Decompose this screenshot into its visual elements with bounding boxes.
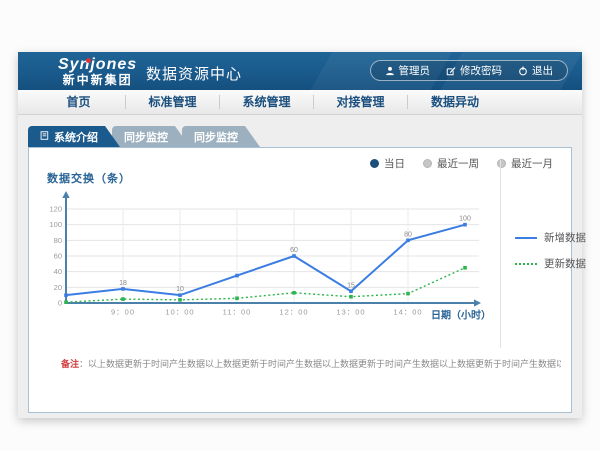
svg-text:15: 15 [347,282,355,289]
svg-text:11：00: 11：00 [223,308,252,317]
radio-dot-selected [370,159,379,168]
svg-text:40: 40 [54,267,62,276]
user-menu-item[interactable]: 管理员 [385,63,431,78]
change-password-label: 修改密码 [460,63,502,78]
svg-text:14：00: 14：00 [393,308,422,317]
nav-item-standard-mgmt[interactable]: 标准管理 [126,95,220,109]
tab-label: 同步监控 [124,129,168,145]
document-icon [40,131,49,143]
line-chart: 0 20 40 60 80 100 120 9：00 10：00 11：00 12：00 13：00 1… [41,191,493,325]
svg-text:13：00: 13：00 [336,308,365,317]
chart-y-axis-label: 数据交换（条） [47,170,131,186]
tab-system-intro[interactable]: 系统介绍 [28,126,120,147]
svg-text:20: 20 [54,283,62,292]
svg-text:10：00: 10：00 [165,308,194,317]
brand-logo-cn: 新中新集团 [58,73,137,87]
user-icon [385,66,395,76]
svg-text:0: 0 [58,299,62,308]
radio-label: 当日 [384,156,405,171]
tab-label: 系统介绍 [54,129,98,145]
main-nav: 首页 标准管理 系统管理 对接管理 数据异动 [18,90,582,115]
page-container: Synjones 新中新集团 数据资源中心 管理员 修改密码 退出 [18,52,582,418]
page-title: 数据资源中心 [146,63,242,84]
chart-legend: 新增数据 更新数据 [515,230,586,282]
user-label: 管理员 [399,63,431,78]
content-panel: 当日 最近一周 最近一月 数据交换（条） 0 20 40 60 80 100 120 9：00… [28,147,572,413]
brand-logo: Synjones 新中新集团 [58,57,137,87]
chart-legend-divider [500,160,501,348]
logout-button[interactable]: 退出 [518,63,553,78]
svg-text:100: 100 [49,220,62,229]
svg-text:100: 100 [459,216,471,223]
radio-dot [497,159,506,168]
legend-item-new-data[interactable]: 新增数据 [515,230,586,245]
svg-text:12：00: 12：00 [279,308,308,317]
footnote: 备注：以上数据更新于时间产生数据以上数据更新于时间产生数据以上数据更新于时间产生… [61,358,561,371]
legend-item-update-data[interactable]: 更新数据 [515,256,586,271]
radio-label: 最近一月 [511,156,553,171]
screenshot-canvas: Synjones 新中新集团 数据资源中心 管理员 修改密码 退出 [0,0,600,450]
change-password-button[interactable]: 修改密码 [446,63,502,78]
tab-sync-monitor-2[interactable]: 同步监控 [182,126,260,147]
nav-item-home[interactable]: 首页 [32,95,126,109]
tab-label: 同步监控 [194,129,238,145]
nav-item-data-change[interactable]: 数据异动 [408,95,502,109]
logo-accent-dot [86,58,91,63]
logout-label: 退出 [532,63,553,78]
footnote-label: 备注 [61,359,79,369]
footnote-text: ：以上数据更新于时间产生数据以上数据更新于时间产生数据以上数据更新于时间产生数据… [79,359,561,369]
user-toolbar: 管理员 修改密码 退出 [370,60,569,81]
svg-text:80: 80 [404,231,412,238]
svg-text:80: 80 [54,236,62,245]
legend-line-solid [515,237,537,239]
svg-text:9：00: 9：00 [111,308,135,317]
radio-last-month[interactable]: 最近一月 [497,156,553,171]
nav-item-connect-mgmt[interactable]: 对接管理 [314,95,408,109]
svg-text:日期（小时）: 日期（小时） [431,309,491,322]
brand-logo-en: Synjones [58,57,137,73]
power-icon [518,66,528,76]
radio-last-week[interactable]: 最近一周 [423,156,479,171]
time-range-radio-group: 当日 最近一周 最近一月 [370,156,553,171]
tab-bar: 系统介绍 同步监控 同步监控 [28,126,252,147]
svg-text:60: 60 [54,252,62,261]
radio-today[interactable]: 当日 [370,156,405,171]
legend-label: 更新数据 [544,256,586,271]
legend-label: 新增数据 [544,230,586,245]
svg-text:60: 60 [290,247,298,254]
nav-item-system-mgmt[interactable]: 系统管理 [220,95,314,109]
svg-text:10: 10 [176,286,184,293]
app-header: Synjones 新中新集团 数据资源中心 管理员 修改密码 退出 [18,52,582,90]
legend-line-dotted [515,263,537,265]
radio-dot [423,159,432,168]
tab-sync-monitor-1[interactable]: 同步监控 [112,126,190,147]
svg-text:18: 18 [119,280,127,287]
radio-label: 最近一周 [437,156,479,171]
edit-icon [446,66,456,76]
svg-text:120: 120 [49,205,62,214]
